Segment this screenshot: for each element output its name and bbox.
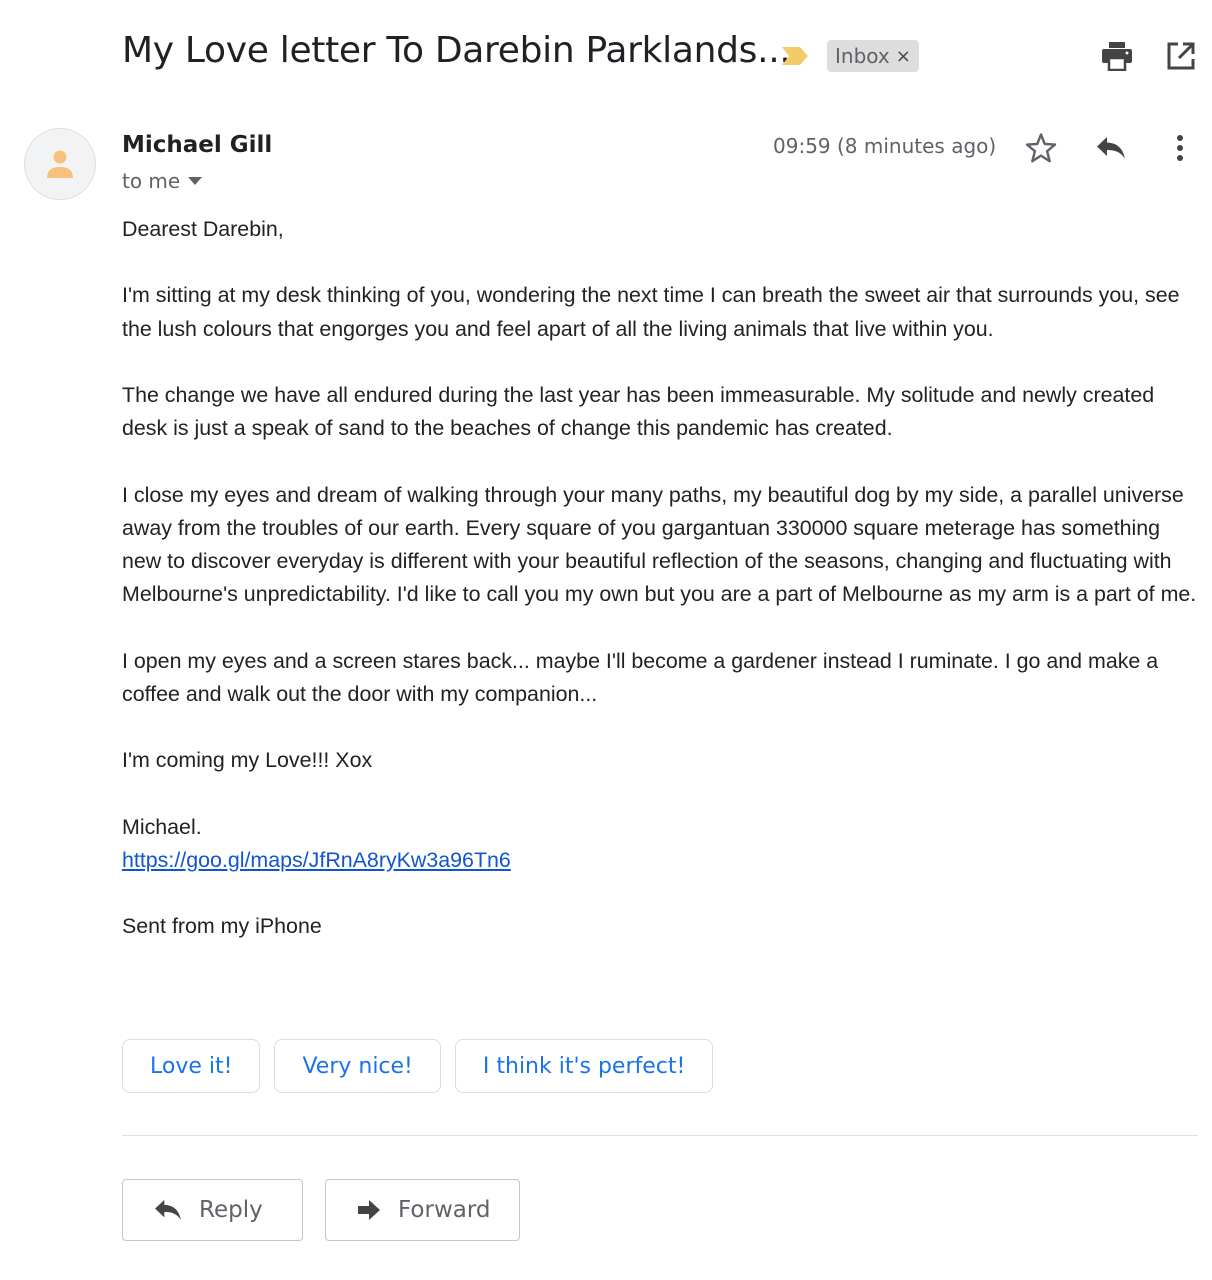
reply-button[interactable]: Reply (122, 1179, 303, 1241)
open-in-new-window-icon[interactable] (1163, 38, 1199, 74)
recipient-text: to me (122, 169, 181, 193)
smart-reply-button[interactable]: Very nice! (274, 1039, 441, 1093)
sender-avatar[interactable] (24, 128, 96, 200)
greeting: Dearest Darebin, (122, 217, 284, 241)
body-paragraph: I'm coming my Love!!! Xox (122, 748, 373, 773)
smart-reply-button[interactable]: I think it's perfect! (454, 1039, 714, 1093)
forward-button[interactable]: Forward (325, 1179, 520, 1241)
maps-link[interactable]: https://goo.gl/maps/JfRnA8ryKw3a96Tn6 (122, 848, 511, 872)
forward-icon (358, 1200, 380, 1220)
signoff: Michael. (122, 814, 202, 839)
divider (122, 1135, 1198, 1136)
label-text: Inbox (835, 44, 890, 68)
importance-marker-icon[interactable] (780, 46, 810, 66)
sender-name: Michael Gill (122, 132, 273, 158)
reply-icon (155, 1199, 181, 1221)
forward-label: Forward (398, 1197, 491, 1223)
body-paragraph: I open my eyes and a screen stares back.… (122, 648, 1159, 706)
body-paragraph: The change we have all endured during th… (122, 382, 1155, 441)
person-icon (47, 150, 73, 178)
star-icon[interactable] (1021, 128, 1061, 168)
inbox-label-chip: Inbox × (827, 40, 919, 72)
reply-label: Reply (199, 1197, 263, 1223)
smart-replies: Love it! Very nice! I think it's perfect… (122, 1039, 714, 1093)
remove-label-icon[interactable]: × (896, 46, 911, 67)
email-footer: Sent from my iPhone (122, 914, 322, 939)
body-paragraph: I close my eyes and dream of walking thr… (122, 482, 1197, 607)
message-timestamp: 09:59 (8 minutes ago) (773, 134, 997, 158)
reply-icon[interactable] (1091, 128, 1131, 168)
caret-down-icon (188, 177, 203, 185)
message-body: Dearest Darebin, I'm sitting at my desk … (122, 213, 1202, 977)
smart-reply-button[interactable]: Love it! (122, 1039, 261, 1093)
email-subject: My Love letter To Darebin Parklands... (122, 30, 791, 71)
print-icon[interactable] (1099, 38, 1135, 74)
message-actions: Reply Forward (122, 1179, 520, 1241)
body-paragraph: I'm sitting at my desk thinking of you, … (122, 283, 1180, 341)
recipient-details-toggle[interactable]: to me (122, 169, 203, 193)
more-vert-icon[interactable] (1160, 128, 1200, 168)
message-header: My Love letter To Darebin Parklands... I… (0, 0, 1212, 110)
